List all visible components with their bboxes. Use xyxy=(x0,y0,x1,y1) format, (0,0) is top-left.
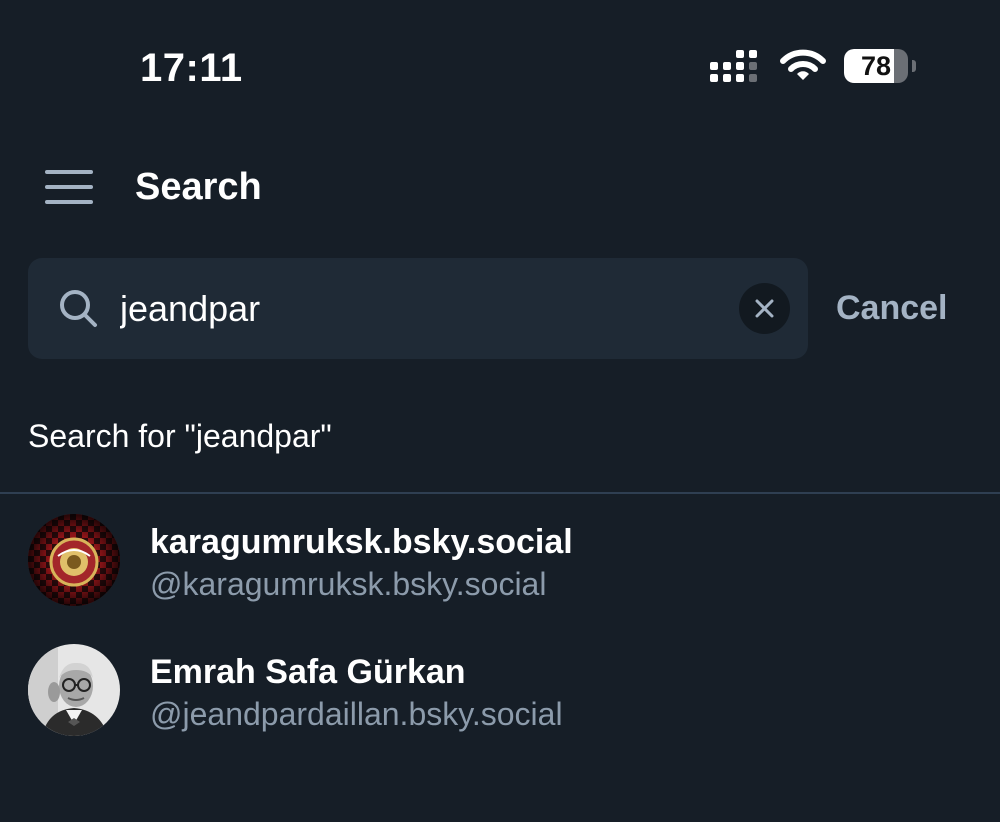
search-screen: 17:11 78 Search jeandpar Cancel Search f… xyxy=(0,0,1000,822)
battery-level: 78 xyxy=(860,51,892,81)
avatar xyxy=(28,514,120,606)
result-handle: @jeandpardaillan.bsky.social xyxy=(150,696,563,732)
result-item-karagumruksk[interactable]: karagumruksk.bsky.social @karagumruksk.b… xyxy=(0,505,1000,625)
page-title: Search xyxy=(135,166,262,208)
wifi-icon xyxy=(780,49,826,80)
search-icon xyxy=(60,290,97,327)
divider xyxy=(0,492,1000,494)
cancel-button[interactable]: Cancel xyxy=(836,286,948,330)
hamburger-menu-icon xyxy=(45,170,93,204)
result-display-name: karagumruksk.bsky.social xyxy=(150,523,573,561)
battery-icon: 78 xyxy=(844,49,916,83)
result-display-name: Emrah Safa Gürkan xyxy=(150,653,466,691)
search-for-query-item[interactable]: Search for "jeandpar" xyxy=(28,414,332,458)
status-time: 17:11 xyxy=(140,46,243,90)
menu-button[interactable] xyxy=(44,166,94,210)
result-item-emrah-safa-gurkan[interactable]: Emrah Safa Gürkan @jeandpardaillan.bsky.… xyxy=(0,635,1000,755)
avatar xyxy=(28,644,120,736)
clear-search-button[interactable] xyxy=(739,283,790,334)
close-icon xyxy=(755,299,774,318)
search-input[interactable] xyxy=(120,282,720,336)
result-handle: @karagumruksk.bsky.social xyxy=(150,566,547,602)
status-icons: 78 xyxy=(708,48,916,84)
cellular-signal-icon xyxy=(710,50,757,82)
